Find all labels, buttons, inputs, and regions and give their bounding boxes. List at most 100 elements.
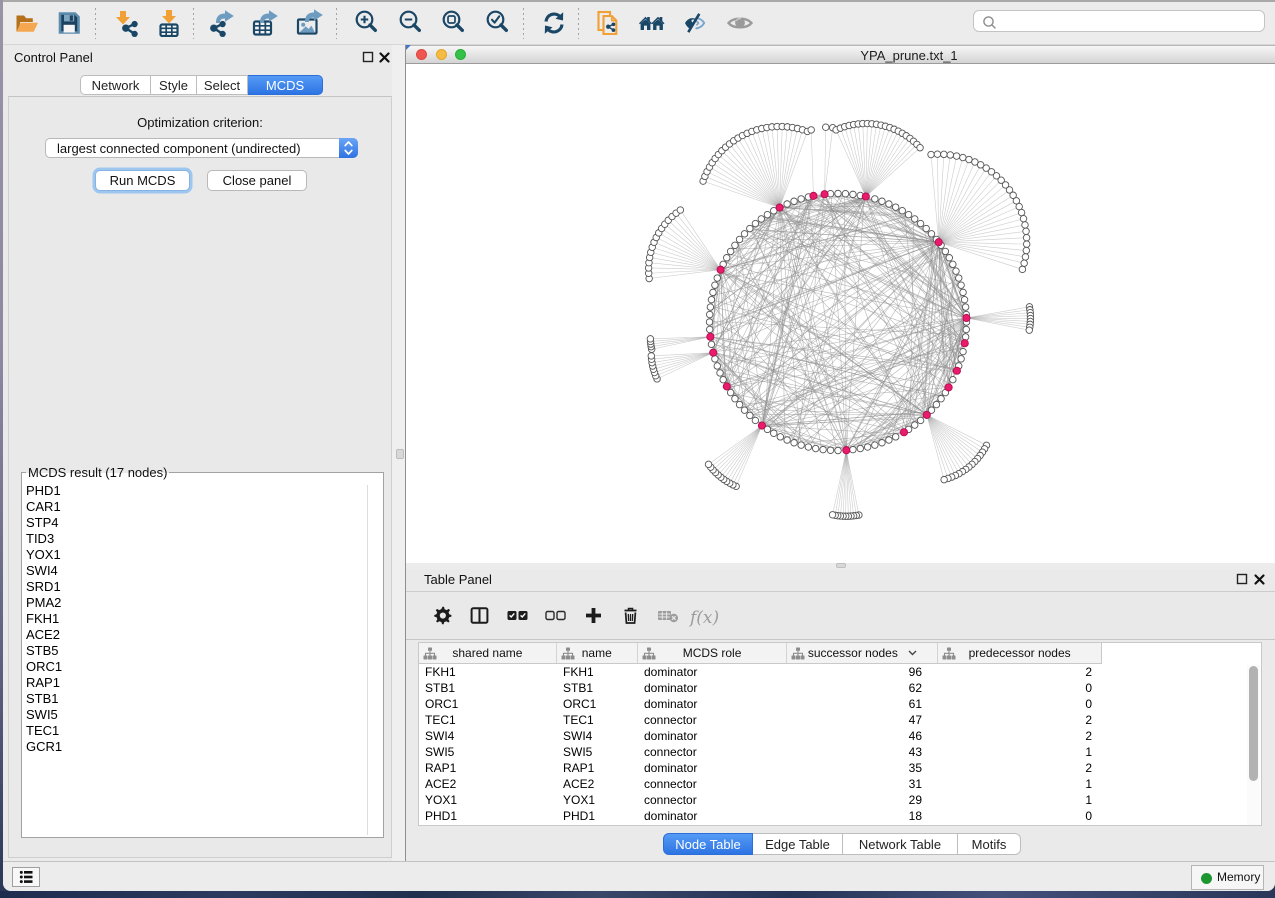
new-network-from-selection-icon[interactable] [595, 9, 623, 37]
mcds-result-item[interactable]: PHD1 [22, 483, 383, 499]
mcds-result-list[interactable]: PHD1CAR1STP4TID3YOX1SWI4SRD1PMA2FKH1ACE2… [22, 473, 383, 837]
table-row[interactable]: TEC1TEC1connector472 [419, 712, 1102, 728]
column-header-MCDS-role[interactable]: MCDS role [638, 643, 788, 663]
network-node[interactable] [1022, 254, 1028, 261]
network-node[interactable] [933, 401, 940, 408]
mcds-result-item[interactable]: YOX1 [22, 547, 383, 563]
column-header-predecessor-nodes[interactable]: predecessor nodes [938, 643, 1101, 663]
network-node[interactable] [923, 225, 930, 232]
network-node[interactable] [899, 207, 906, 214]
network-node[interactable] [956, 275, 963, 282]
network-hub-node[interactable] [923, 411, 930, 418]
first-neighbors-icon[interactable] [638, 9, 666, 37]
network-hub-node[interactable] [710, 349, 717, 356]
network-node[interactable] [941, 151, 948, 158]
network-node[interactable] [905, 211, 912, 218]
network-node[interactable] [958, 356, 965, 363]
table-row[interactable]: SWI4SWI4dominator462 [419, 728, 1102, 744]
network-node[interactable] [911, 422, 918, 429]
column-header-name[interactable]: name [557, 643, 638, 663]
network-node[interactable] [764, 211, 771, 218]
mcds-result-item[interactable]: PMA2 [22, 595, 383, 611]
table-tab-motifs[interactable]: Motifs [958, 833, 1021, 855]
network-view-canvas[interactable] [406, 64, 1275, 563]
open-session-icon[interactable] [13, 9, 41, 37]
network-node[interactable] [892, 434, 899, 441]
control-panel-float-icon[interactable] [362, 51, 375, 64]
network-node[interactable] [835, 447, 842, 454]
network-node[interactable] [707, 304, 714, 311]
network-hub-node[interactable] [945, 384, 952, 391]
network-window-titlebar[interactable]: YPA_prune.txt_1 [406, 45, 1275, 64]
hide-selected-icon[interactable] [681, 9, 709, 37]
close-panel-button[interactable]: Close panel [207, 170, 307, 191]
network-node[interactable] [822, 124, 829, 130]
network-node[interactable] [752, 220, 759, 227]
network-node[interactable] [812, 445, 819, 452]
network-node[interactable] [961, 296, 968, 303]
network-node[interactable] [708, 341, 715, 348]
network-node[interactable] [942, 248, 949, 255]
network-node[interactable] [911, 216, 918, 223]
zoom-fit-icon[interactable] [440, 9, 468, 37]
network-node[interactable] [736, 401, 743, 408]
network-node[interactable] [947, 152, 954, 159]
table-row[interactable]: PHD1PHD1dominator180 [419, 808, 1102, 824]
network-hub-node[interactable] [776, 204, 783, 211]
network-node[interactable] [747, 412, 754, 419]
export-table-icon[interactable] [251, 9, 279, 37]
table-row[interactable]: ORC1ORC1dominator610 [419, 696, 1102, 712]
mcds-result-item[interactable]: STP4 [22, 515, 383, 531]
network-node[interactable] [917, 144, 924, 151]
network-node[interactable] [953, 268, 960, 275]
network-node[interactable] [708, 296, 715, 303]
control-panel-tab-mcds[interactable]: MCDS [248, 75, 323, 95]
network-node[interactable] [741, 407, 748, 414]
mcds-result-item[interactable]: RAP1 [22, 675, 383, 691]
network-node[interactable] [850, 191, 857, 198]
network-node[interactable] [714, 363, 721, 370]
network-node[interactable] [717, 370, 724, 377]
network-node[interactable] [934, 151, 941, 158]
network-node[interactable] [1023, 247, 1030, 254]
network-node[interactable] [962, 334, 969, 341]
search-input[interactable] [973, 10, 1265, 32]
import-network-icon[interactable] [112, 9, 140, 37]
mcds-result-item[interactable]: SRD1 [22, 579, 383, 595]
memory-button[interactable]: Memory [1191, 865, 1264, 890]
export-image-icon[interactable] [295, 9, 323, 37]
control-panel-tab-network[interactable]: Network [80, 75, 151, 95]
zoom-selected-icon[interactable] [484, 9, 512, 37]
mcds-list-scrollbar[interactable] [367, 485, 382, 835]
vertical-splitter-handle[interactable] [396, 449, 404, 459]
network-node[interactable] [736, 236, 743, 243]
table-tab-network-table[interactable]: Network Table [843, 833, 958, 855]
table-panel-float-icon[interactable] [1236, 573, 1249, 586]
network-node[interactable] [820, 446, 827, 453]
mcds-result-item[interactable]: STB5 [22, 643, 383, 659]
network-node[interactable] [886, 437, 893, 444]
network-node[interactable] [1019, 266, 1026, 273]
table-scrollbar-thumb[interactable] [1249, 666, 1258, 781]
network-node[interactable] [771, 430, 778, 437]
table-row[interactable]: RAP1RAP1dominator352 [419, 760, 1102, 776]
network-hub-node[interactable] [900, 429, 907, 436]
window-close-icon[interactable] [416, 49, 427, 60]
network-node[interactable] [842, 190, 849, 197]
table-panel-close-icon[interactable] [1253, 573, 1266, 586]
network-node[interactable] [829, 512, 836, 519]
mcds-result-item[interactable]: TID3 [22, 531, 383, 547]
network-hub-node[interactable] [810, 192, 817, 199]
network-hub-node[interactable] [821, 191, 828, 198]
column-header-shared-name[interactable]: shared name [419, 643, 557, 663]
network-node[interactable] [706, 311, 713, 318]
network-node[interactable] [872, 196, 879, 203]
save-session-icon[interactable] [55, 9, 83, 37]
network-node[interactable] [784, 437, 791, 444]
network-node[interactable] [872, 442, 879, 449]
network-node[interactable] [879, 440, 886, 447]
network-node[interactable] [1023, 228, 1030, 235]
show-column-icon[interactable] [470, 606, 489, 630]
network-node[interactable] [791, 198, 798, 205]
network-hub-node[interactable] [723, 383, 730, 390]
